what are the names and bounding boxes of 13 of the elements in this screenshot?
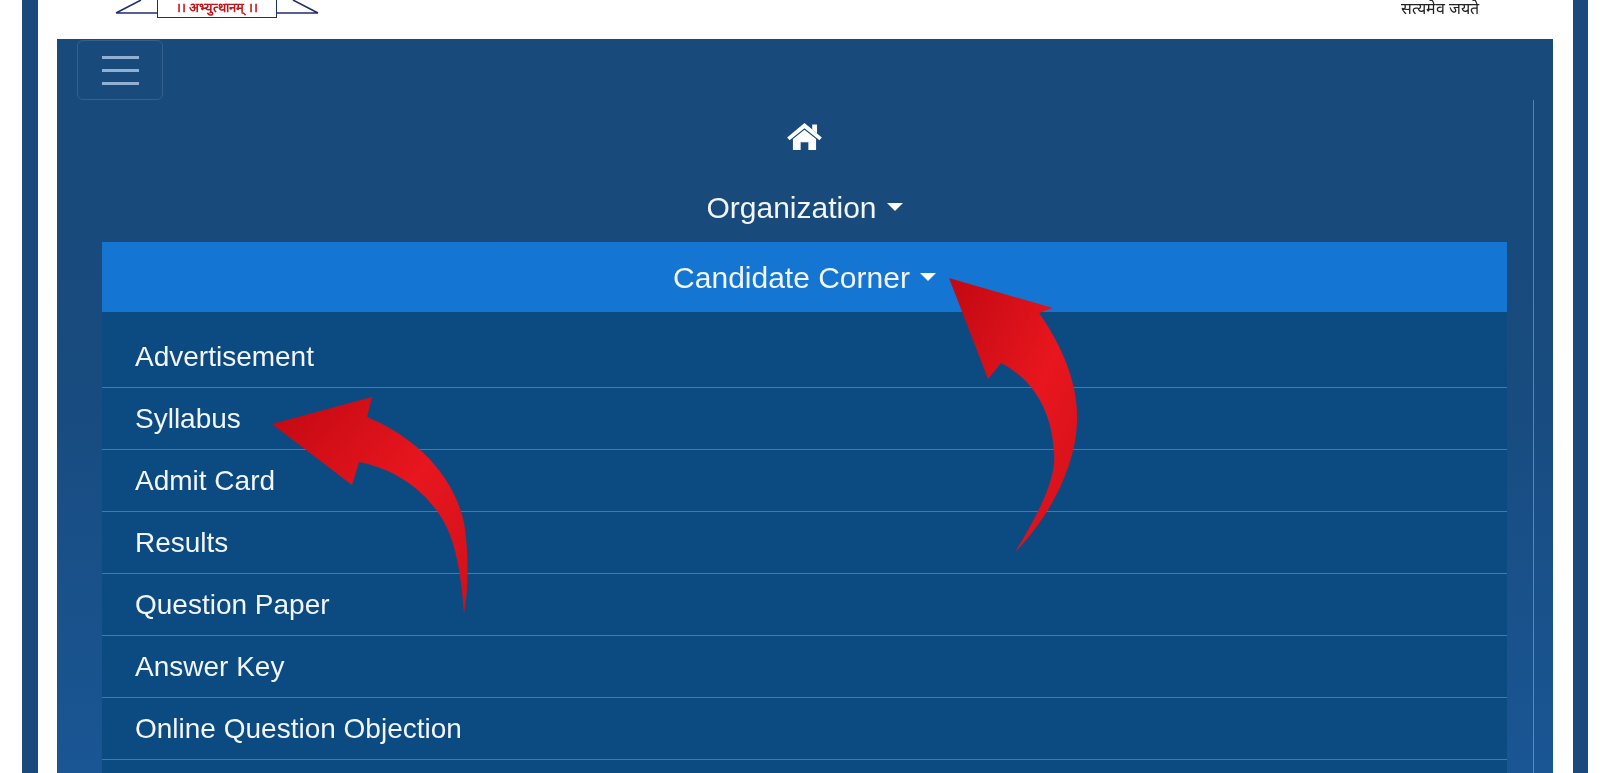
menu-icon [101, 55, 139, 85]
menu-button[interactable] [77, 40, 163, 100]
caret-icon [886, 203, 903, 211]
emblem-motto: सत्यमेव जयते [1400, 0, 1479, 18]
caret-icon [919, 273, 936, 281]
nav-dropdown-link[interactable]: Candidate Corner [102, 242, 1507, 312]
dropdown-item[interactable]: Online Question Objection [102, 698, 1507, 760]
dropdown-item[interactable]: Answer Key [102, 636, 1507, 698]
nav-dropdown-link[interactable]: Organization [102, 172, 1507, 242]
logo-drawing [277, 0, 319, 14]
home-icon[interactable] [787, 123, 822, 150]
logo-motto: ।। अभ्युत्थानम् ।। [157, 0, 277, 18]
logo-drawing [115, 0, 157, 14]
